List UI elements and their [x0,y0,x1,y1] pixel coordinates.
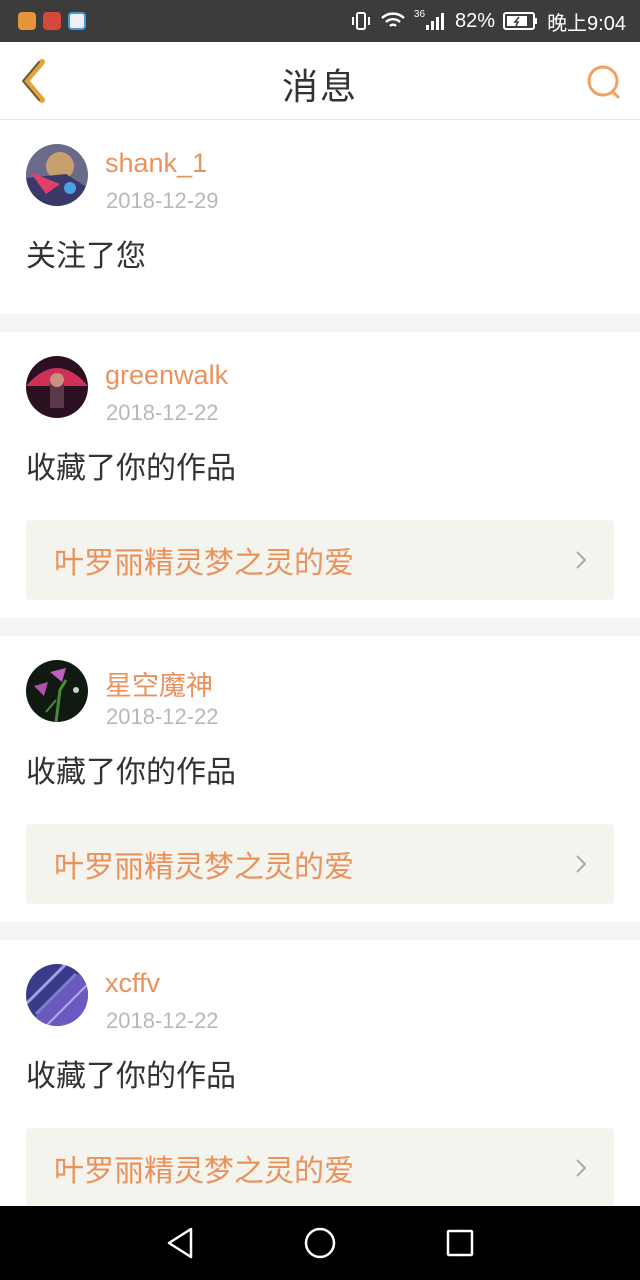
circle-home-icon [304,1227,336,1259]
work-link[interactable]: 叶罗丽精灵梦之灵的爱 [26,824,614,904]
browser-app-icon [68,12,86,30]
search-icon[interactable] [584,62,624,102]
action-text: 收藏了你的作品 [26,1059,236,1094]
clock: 晚上9:04 [547,12,626,35]
work-link[interactable]: 叶罗丽精灵梦之灵的爱 [26,520,614,600]
username-link[interactable]: greenwalk [105,360,228,391]
header-bar: 消息 [0,42,640,120]
page-title: 消息 [281,67,358,108]
square-recents-icon [446,1229,474,1257]
message-date: 2018-12-22 [106,704,219,729]
chevron-right-icon [576,1159,587,1177]
message-card: shank_1 2018-12-29 关注了您 [0,120,640,314]
message-list: shank_1 2018-12-29 关注了您 greenwalk 2018-1… [0,120,640,1244]
chevron-right-icon [576,551,587,569]
nav-home-button[interactable] [290,1213,350,1273]
avatar[interactable] [26,144,88,206]
action-text: 关注了您 [26,239,146,274]
message-card: xcffv 2018-12-22 收藏了你的作品 叶罗丽精灵梦之灵的爱 [0,940,640,1226]
game-app-icon [43,12,61,30]
work-title: 叶罗丽精灵梦之灵的爱 [54,850,354,885]
message-date: 2018-12-22 [106,400,219,425]
video-app-icon [18,12,36,30]
work-title: 叶罗丽精灵梦之灵的爱 [54,1154,354,1189]
battery-percent: 82% [455,9,496,32]
username-link[interactable]: shank_1 [105,148,207,179]
action-text: 收藏了你的作品 [26,755,236,790]
avatar[interactable] [26,964,88,1026]
message-date: 2018-12-29 [106,188,219,213]
avatar[interactable] [26,660,88,722]
nav-back-button[interactable] [150,1213,210,1273]
network-type: 36 [413,9,426,20]
triangle-back-icon [167,1227,193,1259]
username-link[interactable]: xcffv [105,968,160,999]
chevron-right-icon [576,855,587,873]
nav-recents-button[interactable] [430,1213,490,1273]
battery-icon [503,12,538,30]
system-nav-bar [0,1206,640,1280]
avatar[interactable] [26,356,88,418]
message-date: 2018-12-22 [106,1008,219,1033]
signal-icon [426,13,445,30]
action-text: 收藏了你的作品 [26,451,236,486]
vibrate-icon [351,12,370,30]
message-card: greenwalk 2018-12-22 收藏了你的作品 叶罗丽精灵梦之灵的爱 [0,332,640,618]
work-link[interactable]: 叶罗丽精灵梦之灵的爱 [26,1128,614,1208]
username-link[interactable]: 星空魔神 [105,664,213,703]
message-card: 星空魔神 2018-12-22 收藏了你的作品 叶罗丽精灵梦之灵的爱 [0,636,640,922]
work-title: 叶罗丽精灵梦之灵的爱 [54,546,354,581]
status-app-icons [18,12,86,30]
wifi-icon [381,12,405,27]
status-bar: 36 82% 晚上9:04 [0,0,640,42]
